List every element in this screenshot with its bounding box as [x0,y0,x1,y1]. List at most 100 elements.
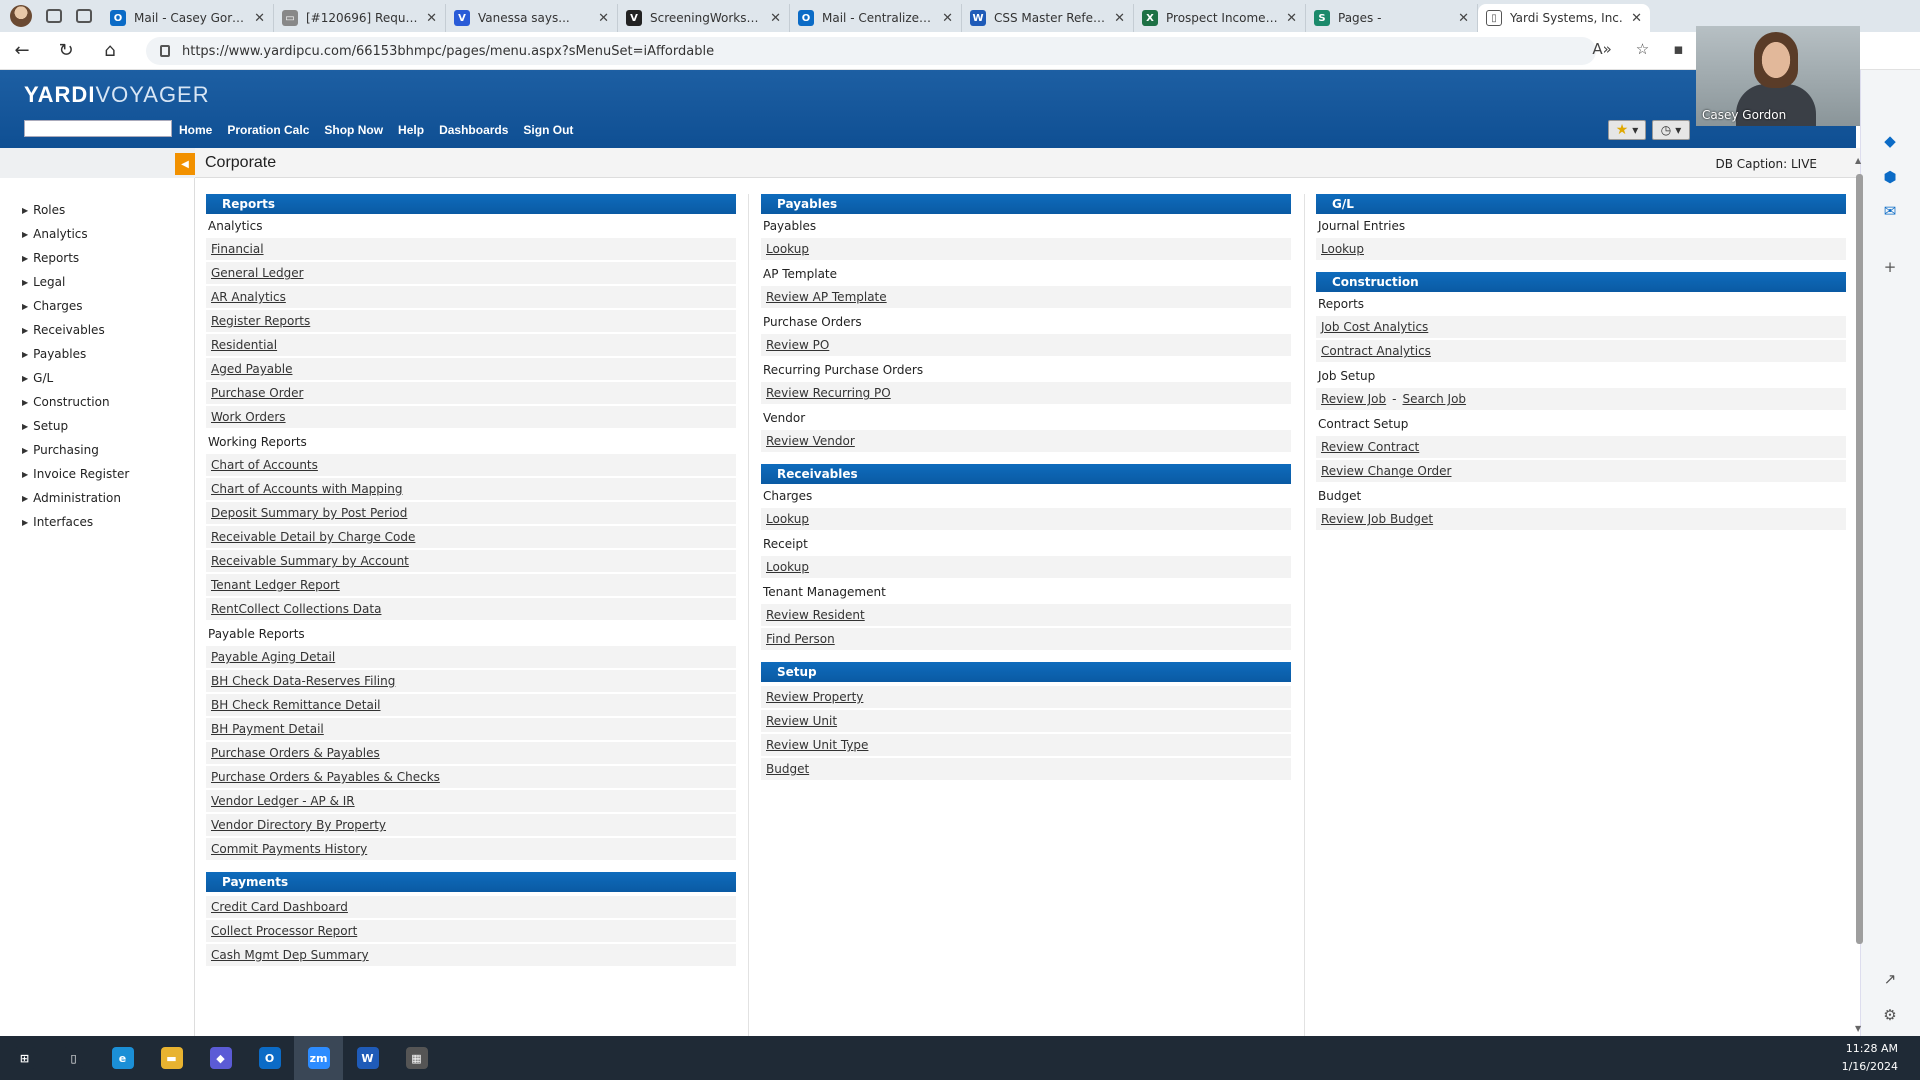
menu-link[interactable]: Residential [211,338,277,352]
sidebar-item-invoice-register[interactable]: ▶ Invoice Register [22,462,129,486]
sidebar-item-roles[interactable]: ▶ Roles [22,198,129,222]
menu-link-proration-calc[interactable]: Proration Calc [227,123,309,137]
menu-link[interactable]: Purchase Order [211,386,303,400]
favorites-button[interactable]: ★ ▾ [1608,120,1646,140]
menu-link[interactable]: RentCollect Collections Data [211,602,381,616]
refresh-icon[interactable]: ↻ [44,40,88,61]
menu-link[interactable]: Lookup [1321,242,1364,256]
browser-tab[interactable]: W CSS Master Referen ✕ [962,4,1134,32]
system-clock[interactable]: 11:28 AM 1/16/2024 [1842,1040,1898,1076]
read-aloud-icon[interactable]: A» [1592,40,1611,58]
menu-link[interactable]: Search Job [1402,392,1466,406]
calculator-icon[interactable]: ▦ [392,1036,441,1080]
menu-link[interactable]: Purchase Orders & Payables & Checks [211,770,440,784]
sidebar-item-payables[interactable]: ▶ Payables [22,342,129,366]
menu-link[interactable]: Chart of Accounts [211,458,318,472]
home-icon[interactable]: ⌂ [88,40,132,61]
copilot-icon[interactable]: ◆ [1881,132,1899,150]
close-tab-icon[interactable]: ✕ [942,11,953,26]
sidebar-item-charges[interactable]: ▶ Charges [22,294,129,318]
sidebar-item-administration[interactable]: ▶ Administration [22,486,129,510]
outlook-icon[interactable]: O [245,1036,294,1080]
menu-link[interactable]: Review Property [766,690,863,704]
url-field[interactable]: https://www.yardipcu.com/66153bhmpc/page… [146,37,1596,65]
menu-link-sign-out[interactable]: Sign Out [523,123,573,137]
close-tab-icon[interactable]: ✕ [1458,11,1469,26]
sidebar-item-legal[interactable]: ▶ Legal [22,270,129,294]
close-tab-icon[interactable]: ✕ [426,11,437,26]
search-input[interactable] [24,120,172,137]
close-tab-icon[interactable]: ✕ [1631,11,1642,26]
menu-link[interactable]: Review Unit Type [766,738,868,752]
menu-link[interactable]: Credit Card Dashboard [211,900,348,914]
sidebar-item-construction[interactable]: ▶ Construction [22,390,129,414]
menu-link[interactable]: Commit Payments History [211,842,367,856]
menu-link[interactable]: Find Person [766,632,835,646]
tab-actions-icon[interactable] [76,9,92,23]
extension-icon[interactable]: ▪ [1673,40,1683,58]
browser-tab[interactable]: ▭ [#120696] Request (✕ [274,4,446,32]
menu-link-help[interactable]: Help [398,123,424,137]
menu-link[interactable]: Review Unit [766,714,837,728]
menu-link[interactable]: Financial [211,242,264,256]
menu-link[interactable]: Payable Aging Detail [211,650,335,664]
menu-link[interactable]: Cash Mgmt Dep Summary [211,948,369,962]
task-view-icon[interactable]: ▯ [49,1036,98,1080]
outlook-side-icon[interactable]: ✉ [1881,202,1899,220]
menu-link[interactable]: Review Resident [766,608,865,622]
menu-link[interactable]: Review Job Budget [1321,512,1433,526]
sidebar-item-setup[interactable]: ▶ Setup [22,414,129,438]
menu-link[interactable]: BH Check Data-Reserves Filing [211,674,395,688]
menu-link[interactable]: BH Check Remittance Detail [211,698,381,712]
profile-avatar-icon[interactable] [10,5,32,27]
back-arrow-icon[interactable]: ← [0,40,44,61]
settings-gear-icon[interactable]: ⚙ [1881,1006,1899,1024]
menu-link[interactable]: Aged Payable [211,362,292,376]
sidebar-item-g-l[interactable]: ▶ G/L [22,366,129,390]
browser-tab[interactable]: V ScreeningWorks Pro ✕ [618,4,790,32]
menu-link[interactable]: Review Job [1321,392,1386,406]
sidebar-item-interfaces[interactable]: ▶ Interfaces [22,510,129,534]
windows-start-icon[interactable]: ⊞ [0,1036,49,1080]
menu-link-home[interactable]: Home [179,123,212,137]
menu-link[interactable]: Chart of Accounts with Mapping [211,482,402,496]
menu-link[interactable]: Review AP Template [766,290,887,304]
menu-link[interactable]: AR Analytics [211,290,286,304]
menu-link-dashboards[interactable]: Dashboards [439,123,508,137]
file-explorer-icon[interactable]: ▬ [147,1036,196,1080]
menu-link[interactable]: Lookup [766,512,809,526]
collections-icon[interactable] [46,9,62,23]
menu-link[interactable]: BH Payment Detail [211,722,324,736]
menu-link[interactable]: Receivable Summary by Account [211,554,409,568]
close-tab-icon[interactable]: ✕ [598,11,609,26]
add-icon[interactable]: + [1881,258,1899,276]
sidebar-item-reports[interactable]: ▶ Reports [22,246,129,270]
collapse-sidebar-button[interactable]: ◀ [175,153,195,175]
word-icon[interactable]: W [343,1036,392,1080]
menu-link-shop-now[interactable]: Shop Now [324,123,383,137]
app-icon[interactable]: ◆ [196,1036,245,1080]
tools-icon[interactable]: ⬢ [1881,168,1899,186]
close-tab-icon[interactable]: ✕ [254,11,265,26]
menu-link[interactable]: Receivable Detail by Charge Code [211,530,415,544]
menu-link[interactable]: Budget [766,762,809,776]
history-button[interactable]: ◷ ▾ [1652,120,1690,140]
menu-link[interactable]: Purchase Orders & Payables [211,746,380,760]
menu-link[interactable]: Review PO [766,338,829,352]
close-tab-icon[interactable]: ✕ [1286,11,1297,26]
menu-link[interactable]: Lookup [766,560,809,574]
browser-tab[interactable]: X Prospect Income Ve ✕ [1134,4,1306,32]
menu-link[interactable]: Review Vendor [766,434,855,448]
close-tab-icon[interactable]: ✕ [770,11,781,26]
browser-tab[interactable]: ▯ Yardi Systems, Inc. ✕ [1478,4,1650,32]
menu-link[interactable]: General Ledger [211,266,304,280]
menu-link[interactable]: Collect Processor Report [211,924,357,938]
menu-link[interactable]: Job Cost Analytics [1321,320,1428,334]
sidebar-item-analytics[interactable]: ▶ Analytics [22,222,129,246]
open-external-icon[interactable]: ↗ [1881,970,1899,988]
edge-browser-icon[interactable]: e [98,1036,147,1080]
sidebar-item-receivables[interactable]: ▶ Receivables [22,318,129,342]
menu-link[interactable]: Lookup [766,242,809,256]
menu-link[interactable]: Review Contract [1321,440,1419,454]
browser-tab[interactable]: S Pages - ✕ [1306,4,1478,32]
